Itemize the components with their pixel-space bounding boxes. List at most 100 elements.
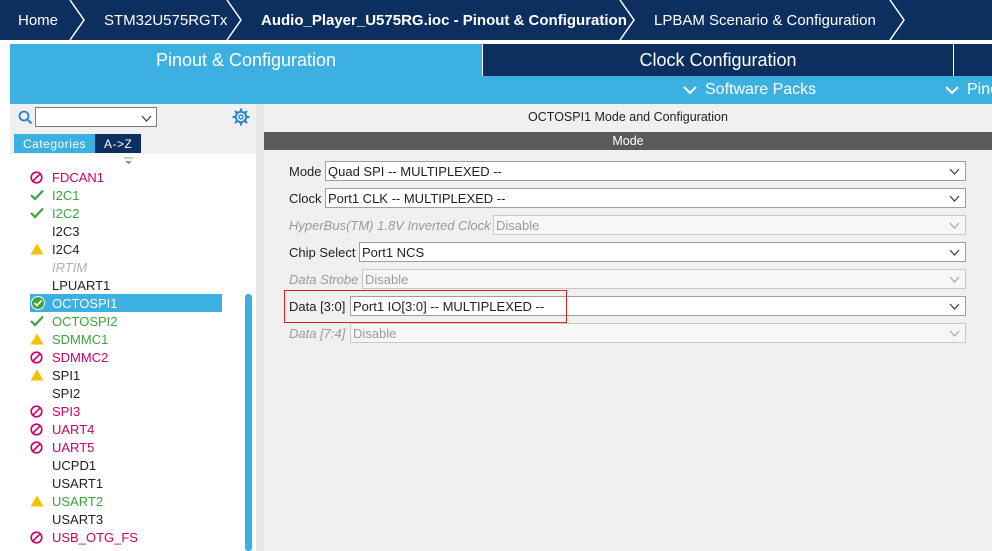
breadcrumb-mcu[interactable]: STM32U575RGTx xyxy=(86,0,243,40)
disabled-icon xyxy=(30,170,43,184)
check-icon xyxy=(30,315,44,327)
status-icon xyxy=(30,420,48,438)
status-icon xyxy=(30,168,48,186)
panel-splitter[interactable] xyxy=(256,104,264,551)
chevron-down-icon xyxy=(949,195,960,202)
status-icon xyxy=(30,348,48,366)
chevron-down-icon xyxy=(945,86,959,95)
breadcrumb-home[interactable]: Home xyxy=(0,0,86,40)
mode-configuration-panel: OCTOSPI1 Mode and Configuration Mode Mod… xyxy=(264,104,992,551)
chevron-right-icon xyxy=(226,0,242,40)
peripheral-label: IRTIM xyxy=(52,259,88,275)
breadcrumb-project[interactable]: Audio_Player_U575RG.ioc - Pinout & Confi… xyxy=(243,0,636,40)
hyperbus-row: HyperBus(TM) 1.8V Inverted Clock xyxy=(289,214,493,236)
peripheral-item-usart3[interactable]: USART3 xyxy=(30,510,242,528)
chevron-down-icon xyxy=(141,115,152,122)
peripheral-item-i2c2[interactable]: I2C2 xyxy=(30,204,242,222)
status-icon xyxy=(30,510,48,528)
main-tabs: Pinout & Configuration Clock Configurati… xyxy=(0,40,992,76)
software-packs-menu[interactable]: Software Packs xyxy=(683,76,816,104)
chevron-down-icon xyxy=(949,276,960,283)
breadcrumb-project-label: Audio_Player_U575RG.ioc - Pinout & Confi… xyxy=(261,11,627,29)
warning-icon xyxy=(30,495,44,507)
peripheral-label: I2C2 xyxy=(52,205,80,221)
disabled-icon xyxy=(30,350,43,364)
data-strobe-label: Data Strobe xyxy=(289,271,359,287)
tab-overflow[interactable] xyxy=(954,44,992,76)
peripheral-label: USART3 xyxy=(52,511,104,527)
peripheral-item-sdmmc2[interactable]: SDMMC2 xyxy=(30,348,242,366)
peripheral-item-lpuart1[interactable]: LPUART1 xyxy=(30,276,242,294)
peripheral-label: I2C1 xyxy=(52,187,80,203)
tab-pinout-configuration[interactable]: Pinout & Configuration xyxy=(10,44,482,76)
peripheral-item-i2c3[interactable]: I2C3 xyxy=(30,222,242,240)
status-icon xyxy=(30,330,48,348)
peripheral-item-ucpd1[interactable]: UCPD1 xyxy=(30,456,242,474)
peripheral-item-uart4[interactable]: UART4 xyxy=(30,420,242,438)
peripheral-label: I2C3 xyxy=(52,223,80,239)
check-circle-icon xyxy=(31,296,45,310)
peripheral-label: OCTOSPI2 xyxy=(52,313,118,329)
peripheral-label: USART1 xyxy=(52,475,104,491)
status-icon xyxy=(30,204,48,222)
mode-label: Mode xyxy=(289,163,322,179)
peripheral-label: OCTOSPI1 xyxy=(52,295,118,311)
mode-select[interactable]: Quad SPI -- MULTIPLEXED -- xyxy=(325,161,966,181)
disabled-icon xyxy=(30,530,43,544)
tree-scrollbar-thumb[interactable] xyxy=(245,294,252,551)
peripheral-label: USART2 xyxy=(52,493,104,509)
peripheral-item-spi1[interactable]: SPI1 xyxy=(30,366,242,384)
peripheral-item-usb-otg-fs[interactable]: USB_OTG_FS xyxy=(30,528,242,546)
peripheral-label: UART5 xyxy=(52,439,95,455)
status-icon xyxy=(30,366,48,384)
tab-a-to-z[interactable]: A->Z xyxy=(95,134,142,153)
peripheral-label: UART4 xyxy=(52,421,95,437)
disabled-icon xyxy=(30,422,43,436)
peripheral-label: USB_OTG_FS xyxy=(52,529,138,545)
chevron-down-icon xyxy=(949,330,960,337)
peripheral-item-octospi2[interactable]: OCTOSPI2 xyxy=(30,312,242,330)
gear-icon[interactable] xyxy=(232,108,250,126)
peripheral-item-irtim[interactable]: IRTIM xyxy=(30,258,242,276)
disabled-icon xyxy=(30,404,43,418)
data-7-4-select: Disable xyxy=(350,323,966,343)
peripheral-item-sdmmc1[interactable]: SDMMC1 xyxy=(30,330,242,348)
peripheral-item-spi3[interactable]: SPI3 xyxy=(30,402,242,420)
chip-select-label: Chip Select xyxy=(289,244,356,260)
peripheral-item-spi2[interactable]: SPI2 xyxy=(30,384,242,402)
data-7-4-value: Disable xyxy=(353,325,397,341)
tab-clock-configuration[interactable]: Clock Configuration xyxy=(483,44,953,76)
chevron-down-icon xyxy=(949,303,960,310)
status-icon xyxy=(30,222,48,240)
highlight-box xyxy=(284,290,567,323)
status-icon xyxy=(30,294,48,312)
peripheral-item-i2c4[interactable]: I2C4 xyxy=(30,240,242,258)
peripheral-label: UCPD1 xyxy=(52,457,97,473)
peripheral-label: FDCAN1 xyxy=(52,169,105,185)
chevron-down-icon xyxy=(949,249,960,256)
clock-label: Clock xyxy=(289,190,322,206)
peripheral-item-fdcan1[interactable]: FDCAN1 xyxy=(30,168,242,186)
breadcrumb-lpbam[interactable]: LPBAM Scenario & Configuration xyxy=(636,0,906,40)
peripheral-label: SPI2 xyxy=(52,385,81,401)
search-input[interactable] xyxy=(35,107,157,127)
hyperbus-value: Disable xyxy=(496,217,540,233)
collapse-handle-icon[interactable] xyxy=(124,157,133,165)
peripheral-item-octospi1[interactable]: OCTOSPI1 xyxy=(30,294,222,312)
clock-select[interactable]: Port1 CLK -- MULTIPLEXED -- xyxy=(325,188,966,208)
peripheral-item-usart1[interactable]: USART1 xyxy=(30,474,242,492)
status-icon xyxy=(30,474,48,492)
peripheral-item-usart2[interactable]: USART2 xyxy=(30,492,242,510)
disabled-icon xyxy=(30,440,43,454)
status-icon xyxy=(30,456,48,474)
peripheral-item-uart5[interactable]: UART5 xyxy=(30,438,242,456)
tab-categories[interactable]: Categories xyxy=(14,134,96,153)
breadcrumb-next[interactable] xyxy=(906,0,992,40)
peripheral-item-i2c1[interactable]: I2C1 xyxy=(30,186,242,204)
warning-icon xyxy=(30,333,44,345)
search-icon xyxy=(18,110,33,125)
peripheral-tree-panel: Categories A->Z FDCAN1 I2C1 I2C2 I2C3 I2C4 IR… xyxy=(10,104,256,551)
pinout-menu[interactable]: Pinout xyxy=(945,76,992,104)
chevron-right-icon xyxy=(889,0,905,40)
chip-select-select[interactable]: Port1 NCS xyxy=(359,242,966,262)
